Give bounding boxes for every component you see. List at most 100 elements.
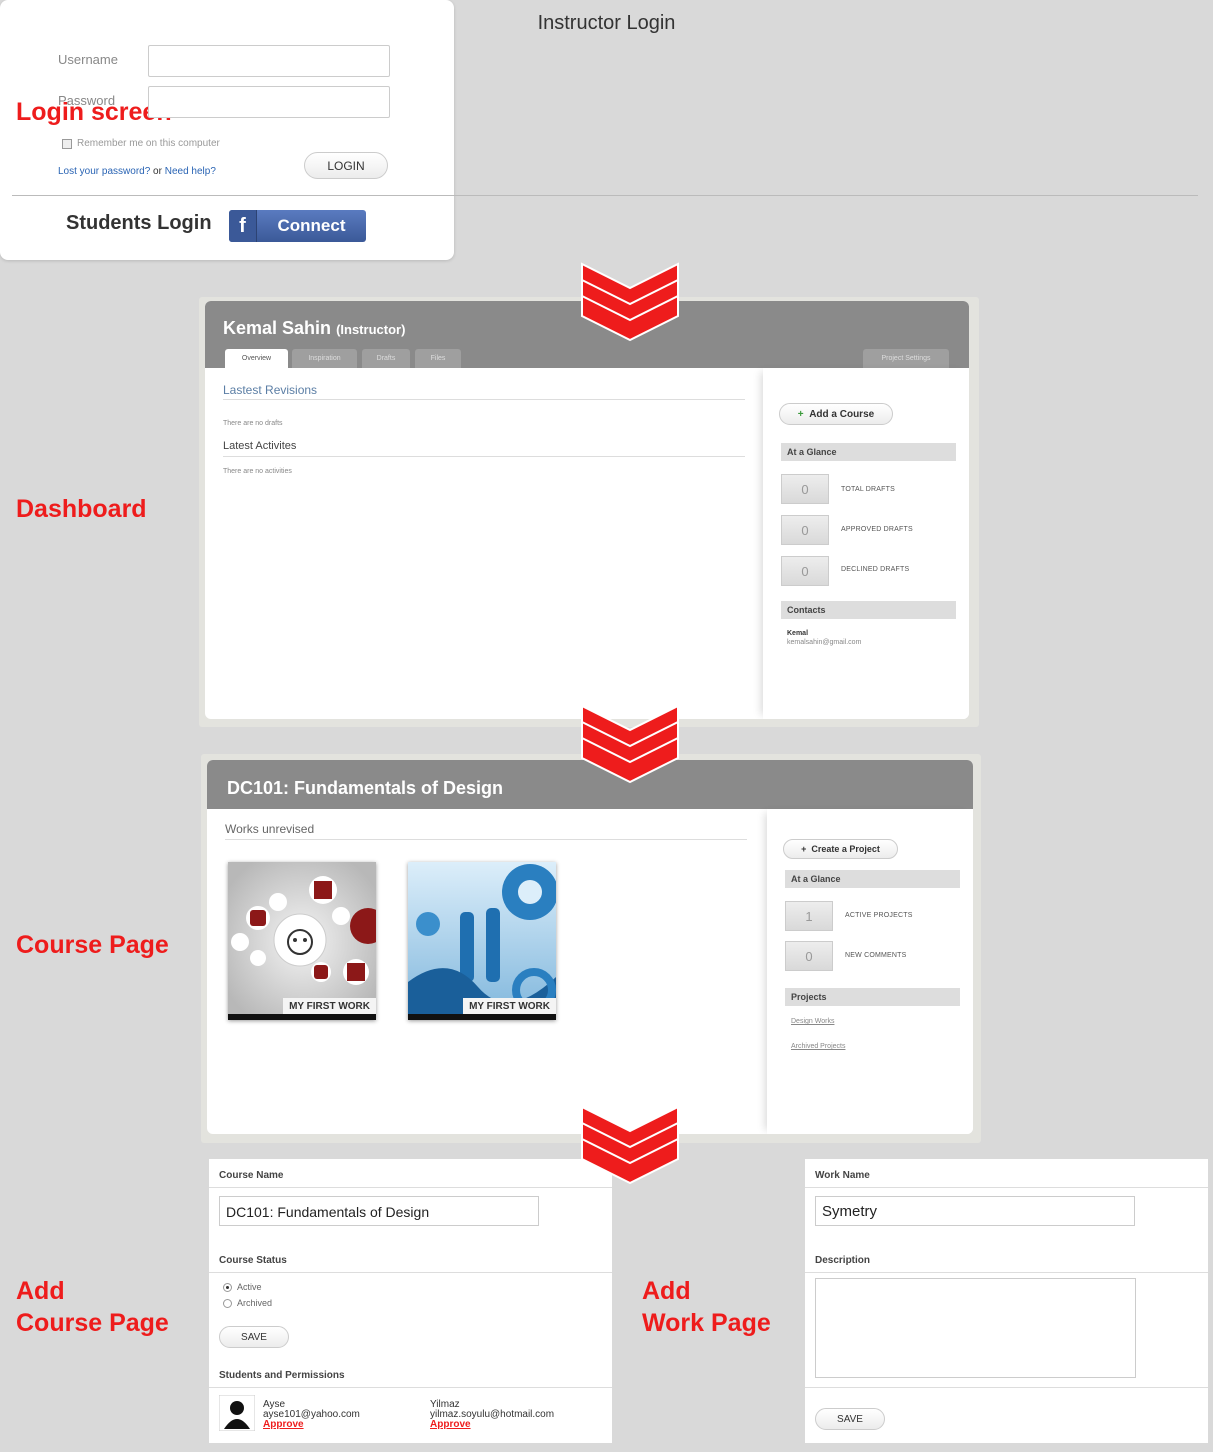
need-help-link[interactable]: Need help? — [165, 166, 216, 177]
works-unrevised-title: Works unrevised — [225, 822, 315, 836]
tab-files[interactable]: Files — [415, 349, 461, 368]
remember-me[interactable]: Remember me on this computer — [62, 138, 220, 149]
plus-icon: + — [801, 844, 807, 854]
stat-total-drafts-value: 0 — [781, 474, 829, 504]
label-add-work-page: Add Work Page — [642, 1275, 771, 1339]
status-archived-option[interactable]: Archived — [223, 1298, 272, 1308]
no-drafts-text: There are no drafts — [223, 420, 283, 427]
student-item: Yilmaz yilmaz.soyulu@hotmail.com Approve — [430, 1400, 554, 1430]
description-textarea[interactable] — [815, 1278, 1136, 1378]
create-project-label: Create a Project — [811, 844, 880, 854]
flow-chevron-icon — [581, 1105, 679, 1185]
add-course-button[interactable]: + Add a Course — [779, 403, 893, 425]
radio-active[interactable] — [223, 1282, 232, 1292]
contacts-bar: Contacts — [781, 601, 956, 619]
activities-rule — [223, 456, 745, 457]
work-save-button[interactable]: SAVE — [815, 1408, 885, 1430]
stat-approved-drafts-label: APPROVED DRAFTS — [841, 526, 913, 533]
login-button[interactable]: LOGIN — [304, 152, 388, 179]
add-course-label: Add a Course — [809, 409, 875, 420]
course-status-rule — [209, 1272, 612, 1273]
no-activities-text: There are no activities — [223, 468, 292, 475]
tab-drafts[interactable]: Drafts — [362, 349, 410, 368]
dashboard-header-title: Kemal Sahin (Instructor) — [223, 318, 405, 339]
add-work-form: Work Name Symetry Description SAVE — [805, 1159, 1208, 1443]
contact-name: Kemal — [787, 630, 809, 637]
course-title: DC101: Fundamentals of Design — [227, 778, 504, 798]
work-caption: MY FIRST WORK — [283, 998, 376, 1015]
revisions-rule — [223, 399, 745, 400]
works-rule — [225, 839, 747, 840]
status-active-option[interactable]: Active — [223, 1282, 262, 1292]
facebook-icon: f — [229, 210, 257, 242]
dashboard-panel: Kemal Sahin (Instructor) Overview Inspir… — [205, 301, 969, 719]
remember-label: Remember me on this computer — [77, 138, 220, 149]
students-login-label: Students Login — [66, 212, 212, 234]
course-panel: DC101: Fundamentals of Design Works unre… — [207, 760, 973, 1134]
radio-archived[interactable] — [223, 1298, 232, 1308]
flow-chevron-icon — [581, 704, 679, 784]
stat-total-drafts-label: TOTAL DRAFTS — [841, 486, 895, 493]
username-input[interactable] — [148, 45, 390, 77]
login-help-links: Lost your password? or Need help? — [58, 166, 216, 177]
course-save-button[interactable]: SAVE — [219, 1326, 289, 1348]
course-name-label: Course Name — [219, 1170, 284, 1181]
stat-new-comments-label: NEW COMMENTS — [845, 952, 907, 959]
thumbnail-footer-bar — [408, 1014, 556, 1020]
work-thumbnail[interactable]: MY FIRST WORK — [408, 862, 556, 1020]
project-link-archived[interactable]: Archived Projects — [791, 1043, 845, 1050]
work-name-label: Work Name — [815, 1170, 870, 1181]
dashboard-glance-bar: At a Glance — [781, 443, 956, 461]
instructor-role: (Instructor) — [336, 322, 406, 337]
login-title: Instructor Login — [537, 12, 676, 34]
status-archived-label: Archived — [237, 1298, 273, 1308]
approve-link[interactable]: Approve — [263, 1420, 360, 1430]
password-input[interactable] — [148, 86, 390, 118]
tab-overview[interactable]: Overview — [225, 349, 288, 368]
tab-inspiration[interactable]: Inspiration — [292, 349, 357, 368]
add-course-form: Course Name DC101: Fundamentals of Desig… — [209, 1159, 612, 1443]
lost-password-link[interactable]: Lost your password? — [58, 166, 150, 177]
username-label: Username — [58, 52, 118, 67]
course-name-rule — [209, 1187, 612, 1188]
plus-icon: + — [797, 409, 804, 420]
instructor-name: Kemal Sahin — [223, 318, 332, 338]
stat-declined-drafts-value: 0 — [781, 556, 829, 586]
label-add-work-line2: Work Page — [642, 1309, 771, 1337]
label-course-page: Course Page — [16, 931, 169, 959]
login-panel: Instructor Login Username Password Remem… — [0, 0, 1198, 260]
course-glance-bar: At a Glance — [785, 870, 960, 888]
status-active-label: Active — [237, 1282, 262, 1292]
dashboard-sidebar: + Add a Course At a Glance 0 TOTAL DRAFT… — [763, 368, 969, 719]
login-divider — [12, 195, 1198, 196]
description-rule — [805, 1272, 1208, 1273]
work-caption: MY FIRST WORK — [463, 998, 556, 1015]
course-name-input[interactable]: DC101: Fundamentals of Design — [219, 1196, 539, 1226]
stat-new-comments-value: 0 — [785, 941, 833, 971]
work-thumbnail[interactable]: MY FIRST WORK — [228, 862, 376, 1020]
work-name-rule — [805, 1187, 1208, 1188]
projects-bar: Projects — [785, 988, 960, 1006]
facebook-connect-button[interactable]: f Connect — [229, 210, 366, 242]
revisions-title: Lastest Revisions — [223, 383, 318, 397]
avatar-icon — [219, 1395, 255, 1431]
project-link-design-works[interactable]: Design Works — [791, 1018, 834, 1025]
stat-approved-drafts-value: 0 — [781, 515, 829, 545]
description-label: Description — [815, 1255, 871, 1266]
course-sidebar: + Create a Project At a Glance 1 ACTIVE … — [767, 809, 973, 1134]
or-text: or — [150, 166, 165, 177]
contact-email[interactable]: kemalsahin@gmail.com — [787, 639, 861, 646]
create-project-button[interactable]: + Create a Project — [783, 839, 898, 859]
tab-project-settings[interactable]: Project Settings — [863, 349, 949, 368]
work-name-input[interactable]: Symetry — [815, 1196, 1135, 1226]
social-icons-image — [228, 862, 376, 1020]
save-rule — [805, 1387, 1208, 1388]
blue-icons-image — [408, 862, 556, 1020]
remember-checkbox[interactable] — [62, 138, 72, 149]
thumbnail-footer-bar — [228, 1014, 376, 1020]
facebook-connect-label: Connect — [277, 216, 346, 235]
stat-declined-drafts-label: DECLINED DRAFTS — [841, 566, 910, 573]
approve-link[interactable]: Approve — [430, 1420, 554, 1430]
activities-title: Latest Activites — [223, 440, 297, 452]
label-add-course-page: Add Course Page — [16, 1275, 169, 1339]
